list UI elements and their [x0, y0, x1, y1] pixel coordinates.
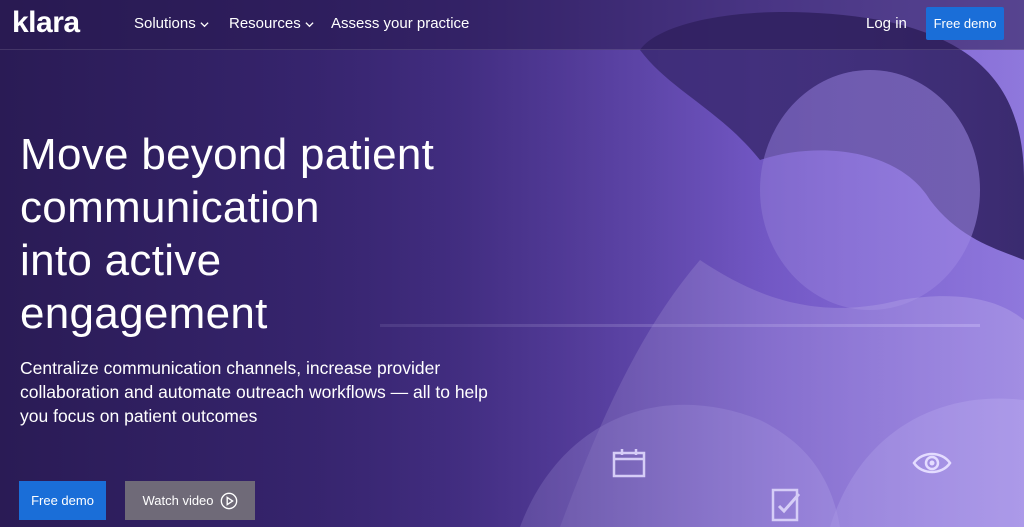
nav-assess-your-practice[interactable]: Assess your practice	[331, 15, 469, 33]
chevron-down-icon	[305, 21, 314, 27]
nav-resources[interactable]: Resources	[229, 15, 314, 33]
chevron-down-icon	[200, 21, 209, 27]
hero-headline: Move beyond patient communication into a…	[20, 128, 490, 340]
headline-line: engagement	[20, 289, 268, 338]
free-demo-button[interactable]: Free demo	[19, 481, 106, 520]
nav-solutions-label: Solutions	[134, 15, 196, 32]
top-navigation: klara Solutions Resources Assess your pr…	[0, 0, 1024, 50]
watch-video-button[interactable]: Watch video	[125, 481, 255, 520]
headline-line: Move beyond patient	[20, 130, 435, 179]
eye-icon	[912, 452, 952, 474]
hero-subtext: Centralize communication channels, incre…	[20, 358, 488, 426]
headline-line: into active	[20, 236, 222, 285]
checklist-icon	[771, 488, 801, 522]
nav-solutions[interactable]: Solutions	[134, 15, 209, 33]
nav-resources-label: Resources	[229, 15, 301, 32]
headline-line: communication	[20, 183, 320, 232]
nav-free-demo-button[interactable]: Free demo	[926, 7, 1004, 40]
calendar-icon	[612, 449, 646, 478]
klara-logo[interactable]: klara	[12, 7, 80, 39]
nav-assess-label: Assess your practice	[331, 15, 470, 32]
watch-video-label: Watch video	[142, 493, 214, 508]
play-icon	[220, 492, 237, 509]
login-link[interactable]: Log in	[866, 15, 907, 33]
